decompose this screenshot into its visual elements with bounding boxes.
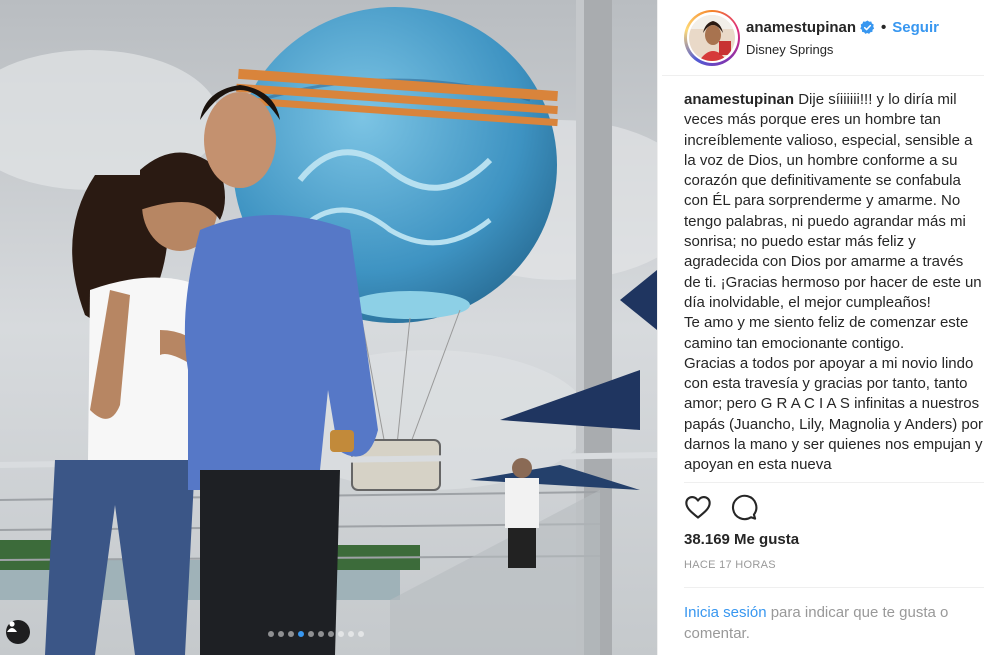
login-link[interactable]: Inicia sesión bbox=[684, 604, 767, 621]
caption-text: Dije síiiiiii!!! y lo diría mil veces má… bbox=[684, 91, 982, 311]
carousel-indicator bbox=[268, 631, 364, 637]
caption: anamestupinan Dije síiiiiii!!! y lo dirí… bbox=[684, 90, 984, 482]
carousel-dot bbox=[278, 631, 284, 637]
story-ring[interactable] bbox=[684, 9, 740, 66]
avatar[interactable] bbox=[689, 14, 735, 61]
action-icons bbox=[684, 483, 984, 527]
carousel-dot bbox=[288, 631, 294, 637]
caption-author-link[interactable]: anamestupinan bbox=[684, 91, 794, 108]
header-top-row: anamestupinan • Seguir bbox=[746, 19, 939, 36]
post-sidebar: anamestupinan • Seguir Disney Springs an… bbox=[657, 0, 984, 655]
carousel-dot bbox=[338, 631, 344, 637]
caption-paragraph-3: Gracias a todos por apoyar a mi novio li… bbox=[684, 354, 984, 474]
likes-count[interactable]: 38.169 Me gusta bbox=[684, 531, 984, 548]
avatar-frame bbox=[686, 12, 738, 63]
carousel-dot bbox=[268, 631, 274, 637]
follow-button[interactable]: Seguir bbox=[892, 19, 939, 36]
carousel-dot bbox=[328, 631, 334, 637]
post-header: anamestupinan • Seguir Disney Springs bbox=[662, 0, 984, 76]
verified-badge-icon bbox=[860, 19, 875, 34]
user-tag-button[interactable] bbox=[6, 620, 30, 644]
caption-paragraph-2: Te amo y me siento feliz de comenzar est… bbox=[684, 314, 969, 352]
carousel-dot bbox=[298, 631, 304, 637]
post-actions: 38.169 Me gusta HACE 17 HORAS Inicia ses… bbox=[684, 482, 984, 652]
carousel-dot bbox=[348, 631, 354, 637]
username-link[interactable]: anamestupinan bbox=[746, 19, 856, 36]
comment-icon[interactable] bbox=[730, 493, 758, 521]
carousel-dot bbox=[308, 631, 314, 637]
post-timestamp[interactable]: HACE 17 HORAS bbox=[684, 559, 984, 571]
login-prompt: Inicia sesión para indicar que te gusta … bbox=[684, 587, 984, 644]
header-separator: • bbox=[881, 18, 887, 36]
location-link[interactable]: Disney Springs bbox=[746, 42, 939, 57]
post-photo[interactable] bbox=[0, 0, 657, 655]
photo-scene bbox=[0, 0, 657, 655]
carousel-dot bbox=[358, 631, 364, 637]
user-tag-icon bbox=[7, 621, 17, 632]
heart-icon[interactable] bbox=[684, 493, 712, 521]
header-text: anamestupinan • Seguir Disney Springs bbox=[746, 19, 939, 57]
avatar-image bbox=[689, 14, 735, 61]
carousel-dot bbox=[318, 631, 324, 637]
